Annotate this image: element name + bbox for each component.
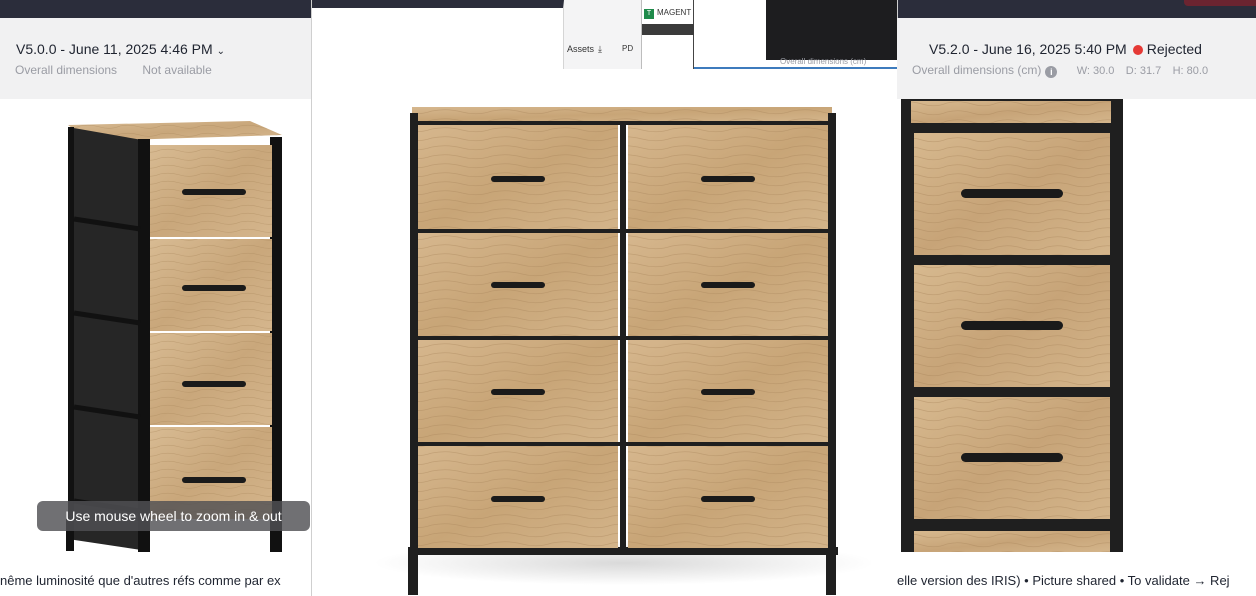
download-icon: ⤓ [598,44,602,54]
status-dot-icon [1132,45,1143,55]
version-panel-left: V5.0.0 - June 11, 2025 4:46 PM ⌄ Overall … [0,18,312,596]
depth-value: D: 31.7 [1125,65,1162,77]
product-photo[interactable] [897,99,1256,552]
magento-tab[interactable]: T MAGENT [644,8,691,19]
zoom-hint: Use mouse wheel to zoom in & out [37,501,310,531]
assets-tab[interactable]: Assets ⤓ [567,44,602,55]
product-photo[interactable] [0,99,312,552]
tall-dresser-front-image [901,99,1123,552]
version-selector[interactable]: V5.2.0 - June 16, 2025 5:40 PM Rejected [929,41,1202,57]
strip-panel-b [564,0,642,69]
magento-icon: T [644,9,654,19]
status-badge: Rejected [1146,41,1202,57]
top-action-button[interactable] [1184,0,1256,6]
width-value: W: 30.0 [1076,65,1115,77]
info-icon[interactable]: i [1045,66,1058,78]
dimensions-label: Overall dimensions [15,63,118,77]
image-viewer[interactable]: Assets ⤓ PD T MAGENT Overall dimensions (c… [311,0,898,596]
strip-panel-a [312,0,564,69]
tall-dresser-image [66,121,282,552]
version-label: V5.0.0 - June 11, 2025 4:46 PM [16,41,213,57]
wide-dresser-image [374,107,874,595]
comment-text: elle version des IRIS) • Picture shared … [897,573,1230,588]
background-page-strip: Assets ⤓ PD T MAGENT Overall dimensions (c… [312,0,897,69]
panel-header: V5.0.0 - June 11, 2025 4:46 PM ⌄ Overall … [0,18,312,99]
panel-header: V5.2.0 - June 16, 2025 5:40 PM Rejected O… [897,18,1256,99]
dimensions-value: Not available [142,63,212,77]
version-selector[interactable]: V5.0.0 - June 11, 2025 4:46 PM ⌄ [16,41,225,57]
strip-dimensions-label: Overall dimensions (cm) [780,57,867,66]
chevron-down-icon: ⌄ [216,46,226,57]
dimensions-row: Overall dimensions Not available [15,63,212,77]
strip-bar [642,24,694,35]
dimensions-label: Overall dimensions (cm) [912,63,1042,77]
version-panel-right: V5.2.0 - June 16, 2025 5:40 PM Rejected O… [897,18,1256,596]
pdf-tab[interactable]: PD [622,40,646,58]
magento-label: MAGENT [657,8,692,17]
height-value: H: 80.0 [1172,65,1209,77]
strip-panel-d [766,0,897,60]
version-label: V5.2.0 - June 16, 2025 5:40 PM [929,41,1127,57]
assets-label: Assets [567,44,595,54]
dimensions-row: Overall dimensions (cm) i W: 30.0 D: 31.7… [912,63,1208,78]
comment-text: nême luminosité que d'autres réfs comme … [0,573,281,588]
